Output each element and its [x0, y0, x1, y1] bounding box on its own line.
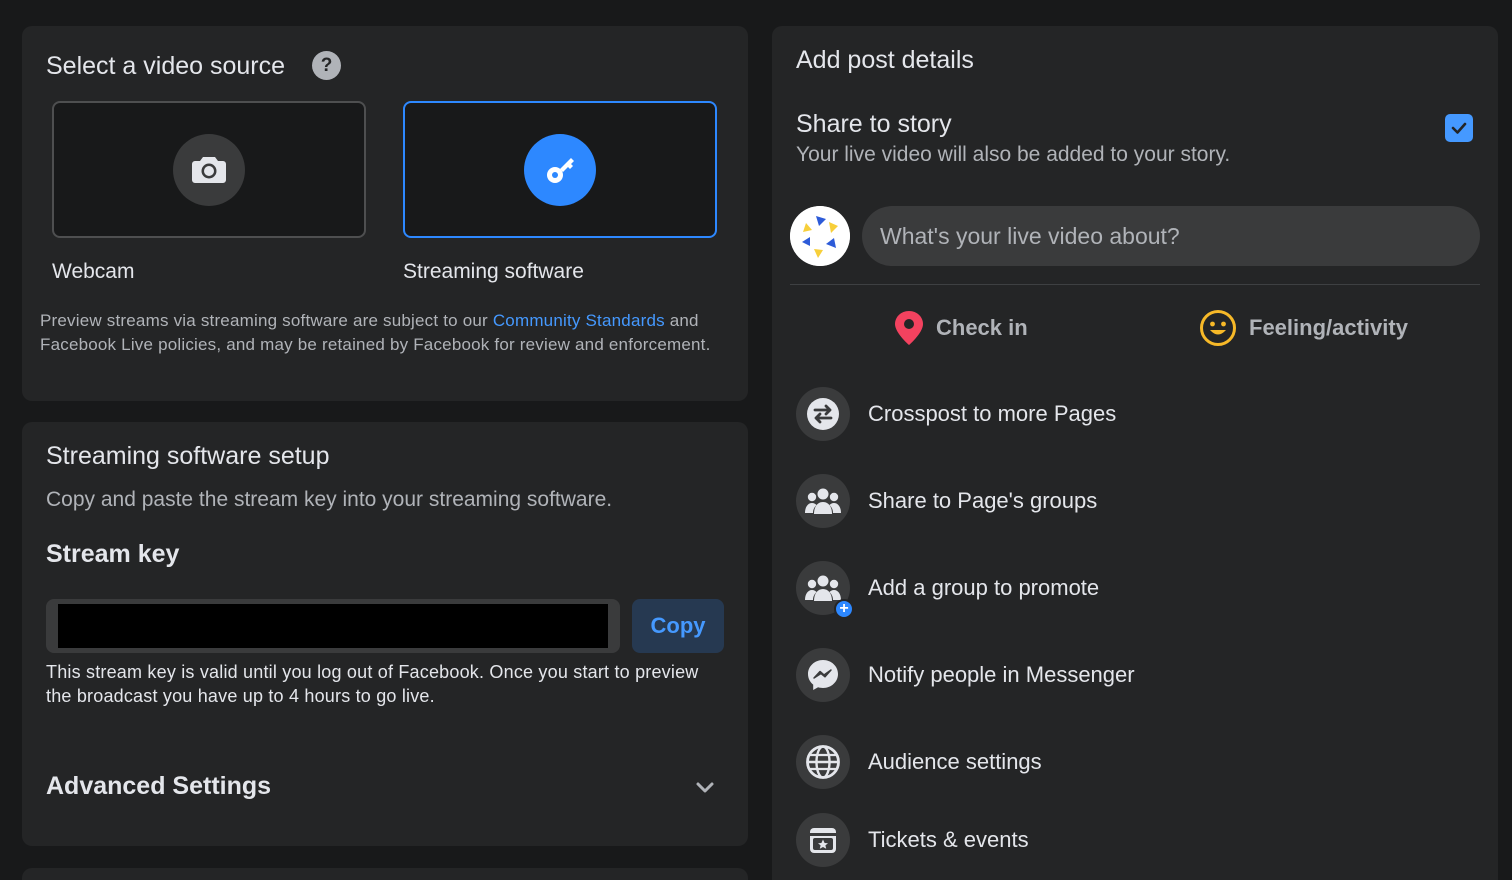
video-source-title: Select a video source: [46, 52, 286, 80]
key-icon: [524, 133, 596, 206]
add-group-icon: +: [796, 561, 854, 619]
globe-icon: [796, 735, 850, 789]
ticket-calendar-icon: [796, 813, 850, 867]
help-icon[interactable]: ?: [312, 51, 341, 80]
camera-icon: [173, 133, 245, 206]
check-in-label: Check in: [936, 315, 1028, 340]
share-story-checkbox[interactable]: [1445, 114, 1473, 142]
groups-icon: [796, 474, 850, 528]
setup-title: Streaming software setup: [46, 442, 330, 470]
share-groups-row[interactable]: Share to Page's groups: [796, 473, 1097, 529]
streaming-software-label: Streaming software: [403, 260, 584, 283]
share-story-subtitle: Your live video will also be added to yo…: [796, 143, 1231, 166]
tickets-row[interactable]: Tickets & events: [796, 812, 1029, 868]
feeling-activity-button[interactable]: Feeling/activity: [1199, 304, 1408, 352]
stream-key-label: Stream key: [46, 540, 180, 568]
post-details-title: Add post details: [796, 46, 974, 74]
tickets-label: Tickets & events: [868, 827, 1029, 852]
copy-button[interactable]: Copy: [632, 599, 724, 653]
crosspost-icon: [796, 387, 850, 441]
stream-key-note: This stream key is valid until you log o…: [46, 662, 699, 706]
crosspost-label: Crosspost to more Pages: [868, 401, 1117, 426]
video-source-card: Select a video source ? Webcam Streaming…: [22, 26, 748, 401]
streaming-setup-card: Streaming software setup Copy and paste …: [22, 422, 748, 846]
plus-badge-icon: +: [834, 599, 854, 619]
post-details-card: Add post details Share to story Your liv…: [772, 26, 1498, 880]
audience-row[interactable]: Audience settings: [796, 734, 1042, 790]
divider: [790, 284, 1480, 285]
check-in-button[interactable]: Check in: [894, 304, 1028, 352]
chevron-down-icon[interactable]: [692, 774, 718, 800]
add-group-row[interactable]: + Add a group to promote: [796, 560, 1100, 619]
live-description-input[interactable]: [862, 206, 1480, 266]
messenger-icon: [796, 648, 850, 702]
avatar: [790, 206, 850, 266]
webcam-option[interactable]: [52, 101, 366, 238]
location-pin-icon: [895, 311, 923, 345]
audience-label: Audience settings: [868, 749, 1042, 774]
community-standards-link[interactable]: Community Standards: [493, 311, 665, 330]
next-card: [22, 868, 748, 880]
messenger-row[interactable]: Notify people in Messenger: [796, 647, 1135, 703]
stream-key-field[interactable]: [46, 599, 620, 653]
advanced-settings-label[interactable]: Advanced Settings: [46, 772, 271, 801]
smiley-icon: [1200, 310, 1236, 346]
crosspost-row[interactable]: Crosspost to more Pages: [796, 386, 1116, 442]
streaming-software-option[interactable]: [403, 101, 717, 238]
share-story-title: Share to story: [796, 110, 952, 138]
legal-notice: Preview streams via streaming software a…: [40, 309, 740, 357]
checkmark-icon: [1451, 122, 1467, 134]
stream-key-redacted: [58, 604, 608, 648]
share-groups-label: Share to Page's groups: [868, 488, 1098, 513]
add-group-label: Add a group to promote: [868, 575, 1100, 600]
feeling-activity-label: Feeling/activity: [1249, 315, 1408, 340]
webcam-label: Webcam: [52, 260, 135, 283]
setup-description: Copy and paste the stream key into your …: [46, 488, 613, 511]
messenger-label: Notify people in Messenger: [868, 662, 1135, 687]
legal-prefix: Preview streams via streaming software a…: [40, 311, 493, 330]
